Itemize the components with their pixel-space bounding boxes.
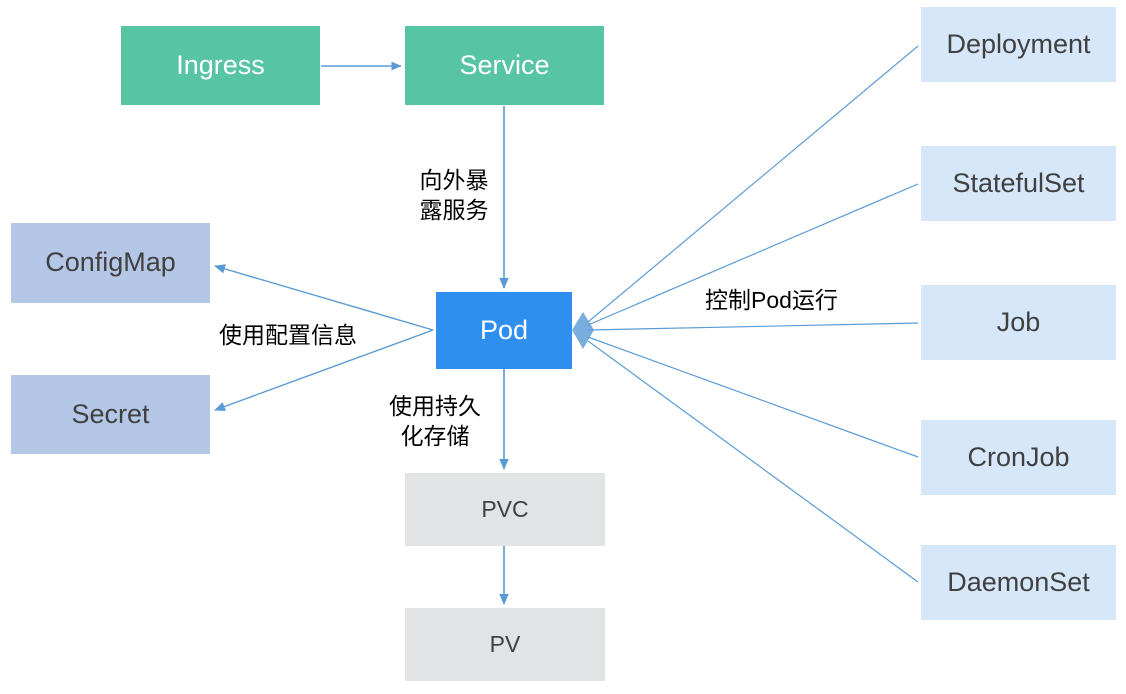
node-pv[interactable]: PV bbox=[405, 608, 605, 681]
node-cronjob[interactable]: CronJob bbox=[921, 420, 1116, 495]
node-pod-label: Pod bbox=[479, 314, 529, 345]
node-deployment[interactable]: Deployment bbox=[921, 7, 1116, 82]
node-job-label: Job bbox=[996, 306, 1041, 337]
node-secret[interactable]: Secret bbox=[11, 375, 210, 454]
node-configmap-label: ConfigMap bbox=[45, 247, 176, 278]
edge-label-use-config: 使用配置信息 bbox=[219, 322, 357, 348]
edge-label-control-pod: 控制Pod运行 bbox=[705, 287, 838, 313]
node-pod[interactable]: Pod bbox=[436, 292, 572, 369]
node-pvc-label: PVC bbox=[481, 496, 529, 523]
node-ingress[interactable]: Ingress bbox=[121, 26, 320, 105]
node-ingress-label: Ingress bbox=[176, 49, 265, 80]
edge-deployment-pod bbox=[587, 45, 919, 323]
edge-cronjob-pod bbox=[587, 336, 919, 458]
node-pvc[interactable]: PVC bbox=[405, 473, 605, 546]
node-daemonset-label: DaemonSet bbox=[947, 566, 1090, 597]
node-pv-label: PV bbox=[489, 631, 521, 658]
node-cronjob-label: CronJob bbox=[967, 441, 1070, 472]
node-service[interactable]: Service bbox=[405, 26, 604, 105]
node-deployment-label: Deployment bbox=[946, 28, 1091, 59]
edge-daemonset-pod bbox=[587, 340, 919, 583]
node-statefulset-label: StatefulSet bbox=[952, 167, 1085, 198]
aggregation-diamond-icon bbox=[572, 312, 594, 349]
node-configmap[interactable]: ConfigMap bbox=[11, 223, 210, 303]
node-service-label: Service bbox=[459, 49, 550, 80]
edge-label-expose-service: 向外暴 露服务 bbox=[419, 167, 489, 224]
node-job[interactable]: Job bbox=[921, 285, 1116, 360]
node-daemonset[interactable]: DaemonSet bbox=[921, 545, 1116, 620]
diagram-canvas: Ingress Service Pod ConfigMap Secret PVC… bbox=[0, 0, 1126, 694]
edge-job-pod bbox=[587, 322, 919, 331]
node-statefulset[interactable]: StatefulSet bbox=[921, 146, 1116, 221]
edge-label-use-storage: 使用持久 化存储 bbox=[389, 393, 481, 450]
node-secret-label: Secret bbox=[71, 398, 150, 429]
